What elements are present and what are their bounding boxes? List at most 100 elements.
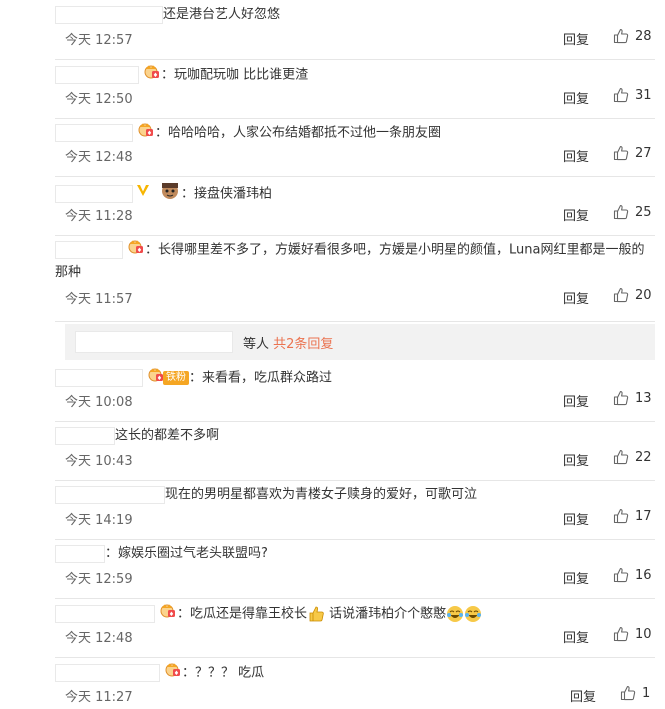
comment-line: ♦ ：长得哪里差不多了，方媛好看很多吧，方媛是小明星的颜值，Luna网红里都是一般… <box>55 238 655 284</box>
colon: ： <box>189 370 203 386</box>
comment-time: 今天 12:57 <box>65 33 133 48</box>
comment-line: ♦ ：玩咖配玩咖 比比谁更渣 <box>55 63 655 87</box>
username-redacted[interactable] <box>55 241 123 259</box>
like-button[interactable]: 20 <box>613 287 652 303</box>
username-redacted[interactable] <box>55 664 160 682</box>
colon: ： <box>182 665 196 681</box>
like-button[interactable]: 13 <box>613 390 652 406</box>
svg-text:♦: ♦ <box>169 611 174 618</box>
reply-button[interactable]: 回复 <box>563 450 589 469</box>
fan-badge: 铁粉 <box>163 371 189 385</box>
comment-item: 现在的男明星都喜欢为青楼女子赎身的爱好，可歌可泣 今天 14:19 回复 17 <box>55 482 655 540</box>
like-button[interactable]: 27 <box>613 145 652 161</box>
username-redacted[interactable] <box>55 426 115 445</box>
comment-line: ♦ ：吃瓜还是得靠王校长 话说潘玮柏介个憨憨 <box>55 602 655 626</box>
like-count: 13 <box>635 390 652 406</box>
thumbs-up-icon <box>613 567 635 583</box>
comment-item: 还是港台艺人好忽悠今天 12:57 回复 28 <box>55 2 655 60</box>
reply-button[interactable]: 回复 <box>563 205 589 224</box>
like-count: 31 <box>635 87 652 103</box>
avatar-emoji-icon <box>159 180 181 208</box>
like-button[interactable]: 16 <box>613 567 652 583</box>
like-button[interactable]: 25 <box>613 204 652 220</box>
thumbs-up-icon <box>613 145 635 161</box>
member-crown-icon: ♦ <box>141 63 161 87</box>
username-redacted[interactable] <box>55 185 133 203</box>
like-button[interactable]: 22 <box>613 449 652 465</box>
like-count: 1 <box>642 685 651 701</box>
comment-item: ：嫁娱乐圈过气老头联盟吗? 今天 12:59 回复 16 <box>55 541 655 599</box>
comment-line: 这长的都差不多啊 <box>55 425 655 447</box>
reply-button[interactable]: 回复 <box>563 509 589 528</box>
thumbs-up-icon <box>613 287 635 303</box>
reply-button[interactable]: 回复 <box>563 88 589 107</box>
username-redacted[interactable] <box>55 66 139 84</box>
svg-text:♦: ♦ <box>137 247 142 254</box>
reply-button[interactable]: 回复 <box>563 391 589 410</box>
username-redacted[interactable] <box>55 605 155 623</box>
laugh-cry-emoji-icon <box>446 605 464 623</box>
like-count: 16 <box>635 567 652 583</box>
username-redacted[interactable] <box>55 544 105 563</box>
thumbs-up-icon <box>613 626 635 642</box>
username-redacted[interactable] <box>55 485 165 504</box>
comment-text: 接盘侠潘玮柏 <box>194 186 273 202</box>
comment-time: 今天 12:48 <box>65 631 133 646</box>
svg-text:♦: ♦ <box>153 72 158 79</box>
thumbs-up-icon <box>613 204 635 220</box>
thumbs-up-icon <box>613 390 635 406</box>
reply-button[interactable]: 回复 <box>570 686 596 705</box>
member-crown-icon: ♦ <box>145 366 165 390</box>
like-button[interactable]: 10 <box>613 626 652 642</box>
comment-text: ？？？ 吃瓜 <box>195 665 265 681</box>
comment-time: 今天 11:57 <box>65 292 133 307</box>
colon: ： <box>145 242 159 258</box>
view-replies-link[interactable]: 共2条回复 <box>273 337 333 352</box>
reply-button[interactable]: 回复 <box>563 627 589 646</box>
thumbs-up-icon <box>620 685 642 701</box>
reply-button[interactable]: 回复 <box>563 29 589 48</box>
username-redacted[interactable] <box>55 369 143 387</box>
comment-text: 哈哈哈哈，人家公布结婚都抵不过他一条朋友圈 <box>168 125 442 141</box>
comment-line: 还是港台艺人好忽悠 <box>55 4 655 26</box>
comment-text: 还是港台艺人好忽悠 <box>163 7 281 22</box>
thumbs-up-icon <box>613 508 635 524</box>
comment-line: ♦ 铁粉 ：来看看，吃瓜群众路过 <box>55 366 655 390</box>
comment-time: 今天 12:48 <box>65 150 133 165</box>
comment-item: ♦ ：哈哈哈哈，人家公布结婚都抵不过他一条朋友圈今天 12:48 回复 27 <box>55 119 655 177</box>
username-redacted[interactable] <box>55 124 133 142</box>
comment-time: 今天 12:59 <box>65 572 133 587</box>
comment-text: 吃瓜还是得靠王校长 <box>190 606 308 622</box>
comment-line: ♦ ：哈哈哈哈，人家公布结婚都抵不过他一条朋友圈 <box>55 121 655 145</box>
reply-button[interactable]: 回复 <box>563 288 589 307</box>
like-count: 25 <box>635 204 652 220</box>
comment-item: ：接盘侠潘玮柏 今天 11:28 回复 25 <box>55 178 655 236</box>
comment-item: 这长的都差不多啊 今天 10:43 回复 22 <box>55 423 655 481</box>
like-button[interactable]: 17 <box>613 508 652 524</box>
member-crown-icon: ♦ <box>135 121 155 145</box>
username-redacted[interactable] <box>75 331 233 353</box>
comment-item: ♦ ：玩咖配玩咖 比比谁更渣 今天 12:50 回复 31 <box>55 61 655 119</box>
svg-text:♦: ♦ <box>157 375 162 382</box>
like-count: 20 <box>635 287 652 303</box>
colon: ： <box>181 186 195 202</box>
username-redacted[interactable] <box>55 5 163 24</box>
comment-line: ：接盘侠潘玮柏 <box>55 180 655 208</box>
comment-line: ♦：？？？ 吃瓜 <box>55 661 655 685</box>
comment-item: ♦ ：长得哪里差不多了，方媛好看很多吧，方媛是小明星的颜值，Luna网红里都是一般… <box>55 237 655 322</box>
member-crown-icon: ♦ <box>157 602 177 626</box>
comment-time: 今天 11:27 <box>65 690 133 705</box>
reply-button[interactable]: 回复 <box>563 146 589 165</box>
like-count: 28 <box>635 28 652 44</box>
reply-button[interactable]: 回复 <box>563 568 589 587</box>
like-count: 17 <box>635 508 652 524</box>
comment-text: 现在的男明星都喜欢为青楼女子赎身的爱好，可歌可泣 <box>165 487 478 502</box>
like-button[interactable]: 31 <box>613 87 652 103</box>
sub-replies-box[interactable]: 等人 共2条回复 <box>65 324 655 360</box>
comment-text: 这长的都差不多啊 <box>115 428 220 443</box>
colon: ： <box>105 546 119 561</box>
member-crown-icon: ♦ <box>162 661 182 685</box>
vip-v-icon <box>135 182 151 206</box>
like-button[interactable]: 1 <box>620 685 650 701</box>
like-button[interactable]: 28 <box>613 28 652 44</box>
